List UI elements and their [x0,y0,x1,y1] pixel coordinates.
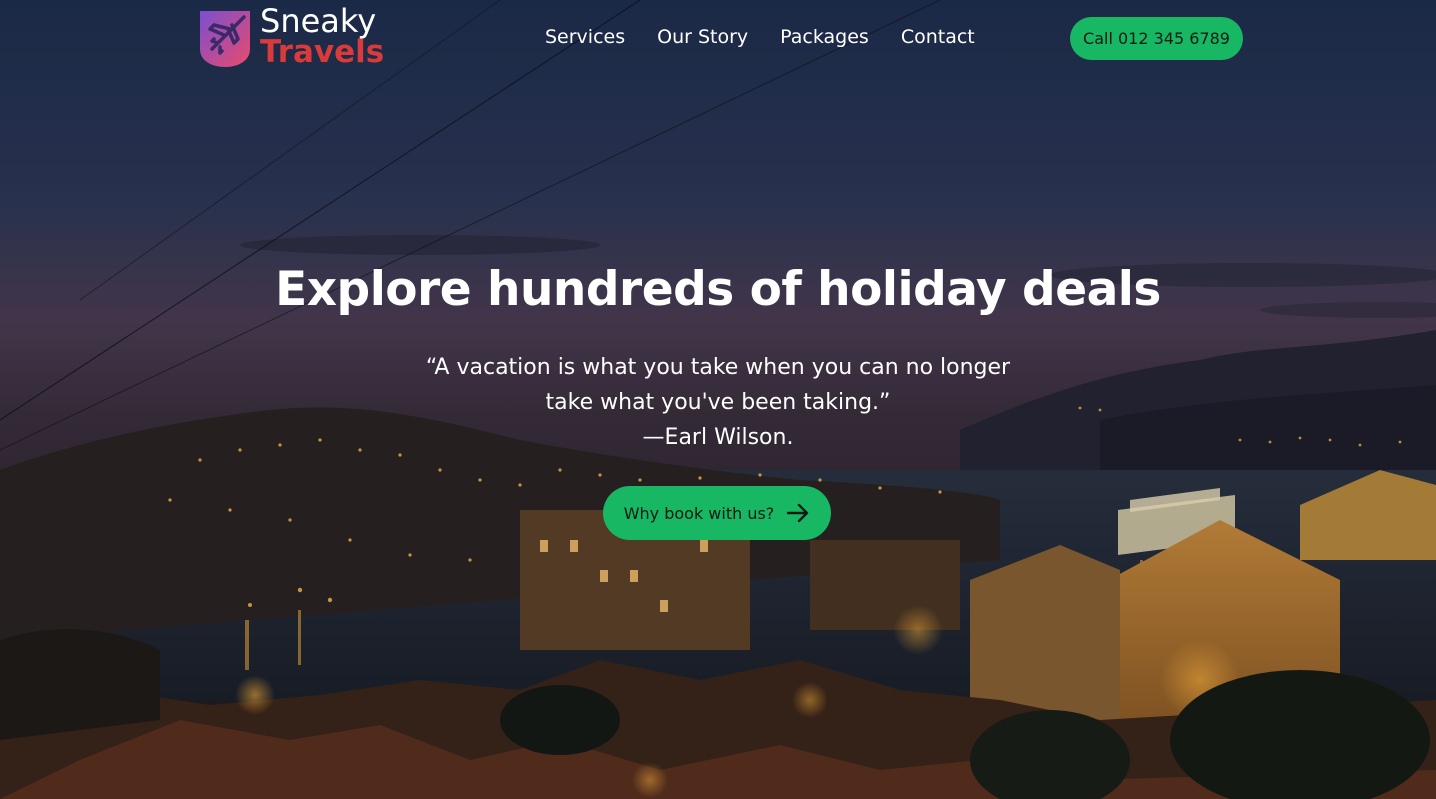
nav-item-services[interactable]: Services [545,26,625,48]
nav-item-packages[interactable]: Packages [780,26,869,48]
hero-section: Sneaky Travels Services Our Story Packag… [0,0,1436,799]
brand-logo[interactable]: Sneaky Travels [198,4,398,70]
hero-quote: “A vacation is what you take when you ca… [425,355,1011,415]
main-nav: Services Our Story Packages Contact [545,26,975,48]
arrow-right-icon [787,503,809,523]
nav-item-our-story[interactable]: Our Story [657,26,748,48]
hero-headline: Explore hundreds of holiday deals [275,262,1161,317]
brand-name-line1: Sneaky [260,1,377,40]
hero-quote-author: —Earl Wilson. [642,425,794,450]
nav-item-contact[interactable]: Contact [901,26,975,48]
brand-name-line2: Travels [260,33,385,70]
why-book-button-label: Why book with us? [623,503,775,523]
call-button[interactable]: Call 012 345 6789 [1070,17,1243,60]
airplane-icon [200,11,250,67]
why-book-button[interactable]: Why book with us? [603,486,831,540]
brand-name: Sneaky Travels [260,1,385,70]
